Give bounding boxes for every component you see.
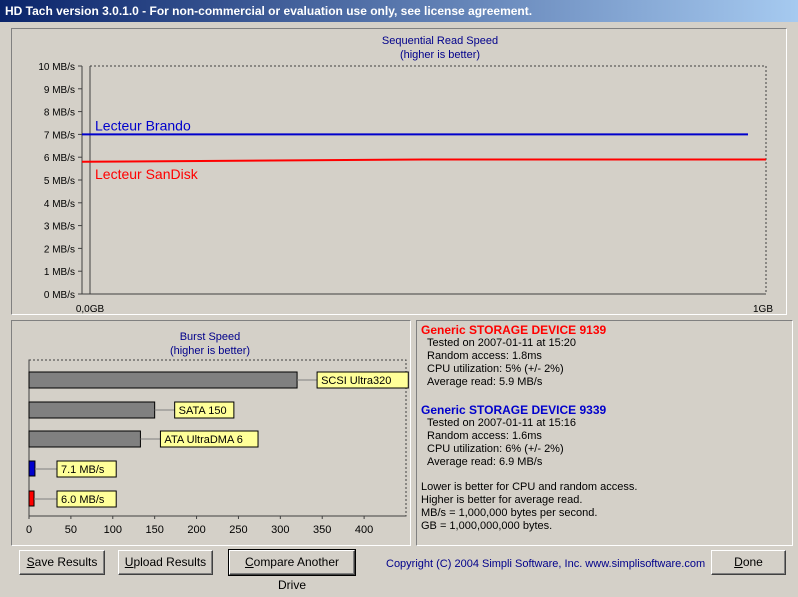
burst-bar bbox=[28, 401, 156, 419]
burst-bar bbox=[28, 490, 35, 507]
note-line: Lower is better for CPU and random acces… bbox=[421, 481, 638, 493]
burst-bar-label: 6.0 MB/s bbox=[61, 494, 105, 506]
tested-on: Tested on 2007-01-11 at 15:20 bbox=[427, 337, 577, 349]
burst-x-tick-label: 150 bbox=[145, 524, 163, 536]
upload-results-label: pload Results bbox=[133, 555, 207, 569]
burst-bar-label: ATA UltraDMA 6 bbox=[164, 434, 242, 446]
random-access: Random access: 1.8ms bbox=[427, 350, 542, 362]
average-read: Average read: 5.9 MB/s bbox=[427, 376, 543, 388]
burst-x-tick-label: 400 bbox=[355, 524, 373, 536]
random-access: Random access: 1.6ms bbox=[427, 430, 542, 442]
done-label: one bbox=[742, 555, 763, 569]
result-block-sandisk: Generic STORAGE DEVICE 9139 Tested on 20… bbox=[421, 323, 788, 389]
result-block-brando: Generic STORAGE DEVICE 9339 Tested on 20… bbox=[421, 403, 788, 469]
burst-bar-label: SATA 150 bbox=[179, 405, 227, 417]
done-button[interactable]: Done bbox=[711, 550, 786, 575]
burst-x-tick-label: 0 bbox=[26, 524, 32, 536]
burst-bar bbox=[28, 430, 141, 448]
burst-x-tick-label: 200 bbox=[187, 524, 205, 536]
burst-chart-subtitle: (higher is better) bbox=[170, 345, 250, 357]
save-results-button[interactable]: Save Results bbox=[19, 550, 105, 575]
note-line: MB/s = 1,000,000 bytes per second. bbox=[421, 507, 598, 519]
x-tick-label: 1GB bbox=[753, 304, 773, 315]
burst-x-tick-label: 300 bbox=[271, 524, 289, 536]
cpu-utilization: CPU utilization: 6% (+/- 2%) bbox=[427, 443, 564, 455]
compare-accel: C bbox=[244, 555, 254, 569]
note-line: GB = 1,000,000,000 bytes. bbox=[421, 520, 553, 532]
burst-x-tick-label: 50 bbox=[65, 524, 77, 536]
burst-bar bbox=[28, 460, 36, 477]
tested-on: Tested on 2007-01-11 at 15:16 bbox=[427, 417, 577, 429]
device-name: Generic STORAGE DEVICE 9139 bbox=[421, 323, 607, 337]
done-accel: D bbox=[734, 555, 743, 569]
burst-x-tick-label: 100 bbox=[104, 524, 122, 536]
compare-label: ompare Another Drive bbox=[253, 555, 340, 592]
cpu-utilization: CPU utilization: 5% (+/- 2%) bbox=[427, 363, 564, 375]
burst-chart-title: Burst Speed bbox=[180, 331, 241, 343]
save-results-accel: S bbox=[26, 555, 35, 569]
note-line: Higher is better for average read. bbox=[421, 494, 583, 506]
compare-another-drive-button[interactable]: Compare Another Drive bbox=[228, 549, 356, 592]
copyright-text: Copyright (C) 2004 Simpli Software, Inc.… bbox=[386, 558, 706, 570]
average-read: Average read: 6.9 MB/s bbox=[427, 456, 543, 468]
save-results-label: ave Results bbox=[34, 555, 98, 569]
burst-x-tick-label: 350 bbox=[313, 524, 331, 536]
device-name: Generic STORAGE DEVICE 9339 bbox=[421, 403, 607, 417]
burst-bar-label: SCSI Ultra320 bbox=[321, 375, 391, 387]
burst-bar-label: 7.1 MB/s bbox=[61, 464, 105, 476]
upload-results-button[interactable]: Upload Results bbox=[118, 550, 213, 575]
burst-speed-chart: Burst Speed (higher is better) 0 50 100 150 20… bbox=[26, 331, 409, 536]
burst-x-tick-label: 250 bbox=[229, 524, 247, 536]
results-panel: Generic STORAGE DEVICE 9139 Tested on 20… bbox=[416, 320, 793, 546]
burst-bar bbox=[28, 371, 298, 389]
